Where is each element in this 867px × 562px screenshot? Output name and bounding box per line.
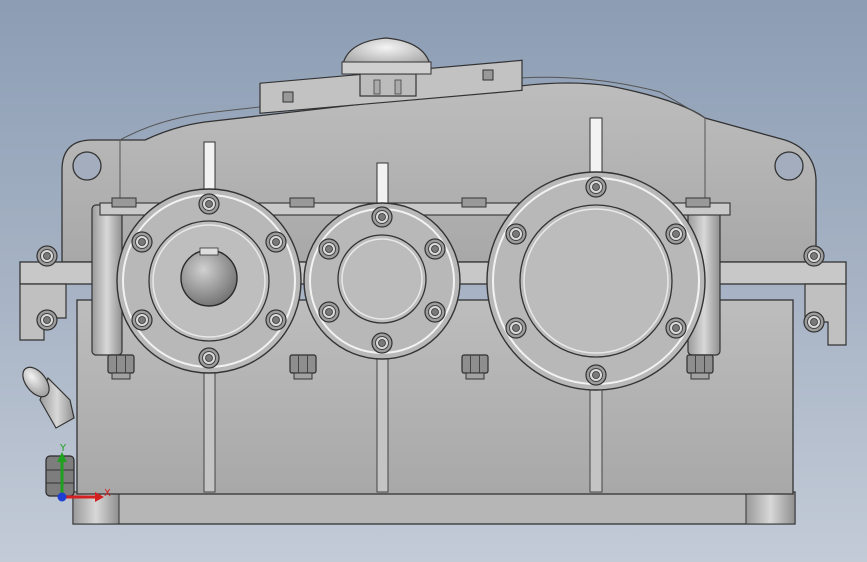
bearing-cap-output[interactable] <box>486 171 706 391</box>
cad-viewport[interactable]: Y X <box>0 0 867 562</box>
base-plate[interactable] <box>72 491 796 525</box>
bearing-cap-intermediate[interactable] <box>303 202 461 360</box>
model-drawing[interactable]: Y X <box>0 0 867 562</box>
oil-level-plug[interactable] <box>18 362 75 497</box>
input-shaft <box>180 249 238 307</box>
triad-x-label: X <box>104 488 111 499</box>
triad-y-label: Y <box>59 443 67 454</box>
bearing-cap-input[interactable] <box>116 188 302 374</box>
triad-z-axis <box>57 492 67 502</box>
